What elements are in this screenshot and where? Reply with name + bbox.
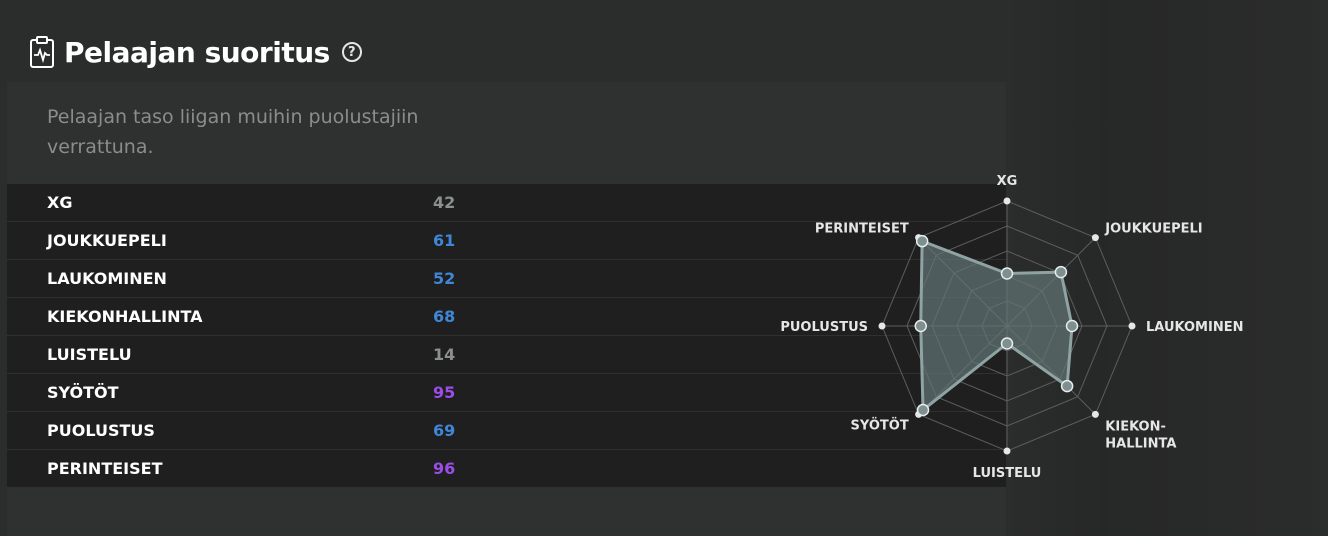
- panel-subtitle: Pelaajan taso liigan muihin puolustajiin…: [47, 106, 419, 158]
- radar-axis-dot: [1091, 234, 1099, 242]
- radar-axis-dot: [1003, 197, 1011, 205]
- radar-data-point: [1000, 267, 1014, 280]
- stat-value: 69: [433, 421, 456, 440]
- radar-data-point: [1065, 319, 1079, 333]
- stat-value: 14: [433, 345, 456, 364]
- radar-axis-label: SYÖTÖT: [851, 417, 909, 433]
- radar-axis-label: JOUKKUEPELI: [1104, 222, 1202, 237]
- page-title: Pelaajan suoritus: [64, 35, 330, 69]
- radar-data-area: [919, 239, 1074, 412]
- clipboard-pulse-icon: [30, 36, 54, 68]
- stat-label: LUISTELU: [47, 345, 132, 364]
- radar-data-point: [916, 403, 930, 417]
- stat-label: JOUKKUEPELI: [47, 231, 167, 250]
- stat-label: LAUKOMINEN: [47, 269, 167, 288]
- radar-axis-dot: [1128, 322, 1136, 330]
- radar-data-point: [915, 234, 929, 248]
- stat-value: 52: [433, 269, 456, 288]
- radar-axis-label: XG: [997, 174, 1018, 189]
- radar-data-point: [1060, 379, 1074, 393]
- radar-axis-dot: [1091, 410, 1099, 418]
- radar-axis-dot: [1003, 447, 1011, 455]
- stat-label: XG: [47, 193, 73, 212]
- stat-label: KIEKONHALLINTA: [47, 307, 203, 326]
- radar-axis-label: PERINTEISET: [815, 222, 909, 237]
- stat-value: 61: [433, 231, 456, 250]
- radar-data-point: [1054, 265, 1068, 279]
- radar-axis-label: LAUKOMINEN: [1146, 320, 1243, 335]
- stat-value: 68: [433, 307, 456, 326]
- radar-axis-label: PUOLUSTUS: [780, 320, 868, 335]
- stat-label: PUOLUSTUS: [47, 421, 155, 440]
- stat-value: 96: [433, 459, 456, 478]
- stat-value: 42: [433, 193, 456, 212]
- radar-chart: XG JOUKKUEPELI LAUKOMINEN KIEKON-HALLINTA LU…: [780, 174, 1243, 481]
- stat-value: 95: [433, 383, 456, 402]
- radar-data-point: [1000, 337, 1014, 350]
- section-header: Pelaajan suoritus ?: [28, 30, 362, 74]
- radar-axis-dot: [878, 322, 886, 330]
- stat-label: SYÖTÖT: [47, 383, 119, 402]
- stat-label: PERINTEISET: [47, 459, 163, 478]
- help-icon[interactable]: ?: [341, 42, 362, 62]
- radar-data-point: [914, 319, 927, 333]
- radar-axis-label: LUISTELU: [973, 466, 1042, 481]
- radar-axis-label: KIEKON-HALLINTA: [1105, 419, 1176, 451]
